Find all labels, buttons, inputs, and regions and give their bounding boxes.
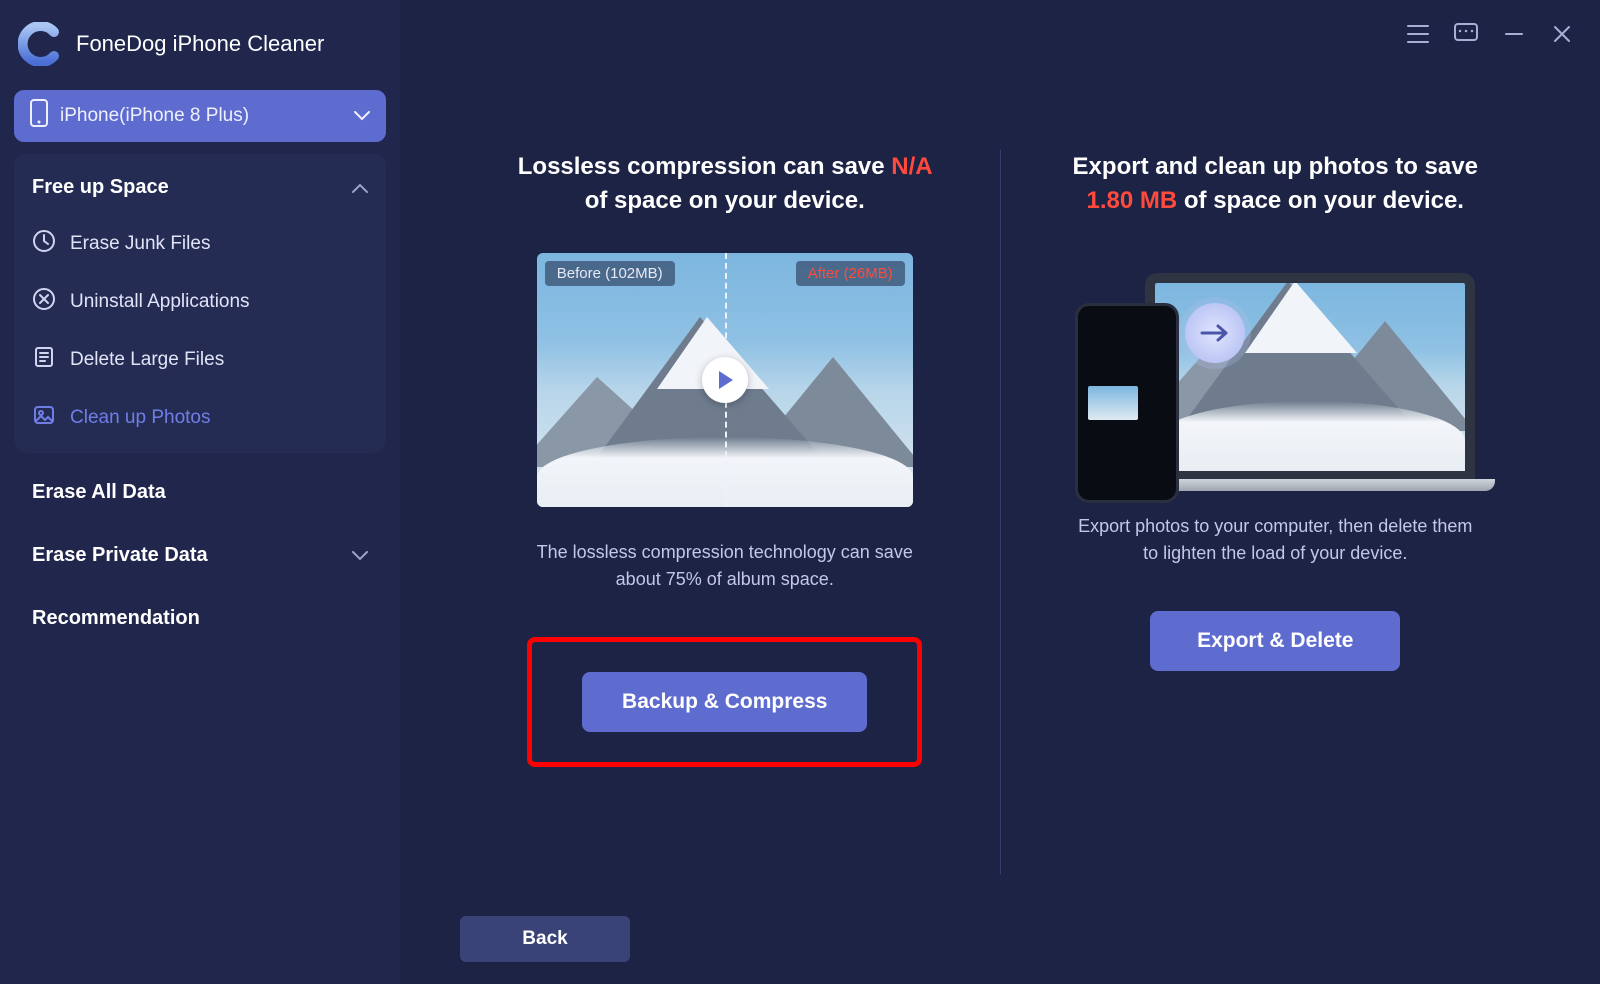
- export-panel: Export and clean up photos to save 1.80 …: [1001, 150, 1551, 874]
- sidebar-item-erase-all[interactable]: Erase All Data: [14, 461, 386, 524]
- file-icon: [32, 345, 56, 375]
- sidebar: FoneDog iPhone Cleaner iPhone(iPhone 8 P…: [0, 0, 400, 984]
- sidebar-item-erase-private[interactable]: Erase Private Data: [14, 524, 386, 587]
- export-title: Export and clean up photos to save 1.80 …: [1065, 150, 1485, 217]
- sidebar-item-uninstall-apps[interactable]: Uninstall Applications: [14, 273, 386, 331]
- app-logo-icon: [18, 22, 62, 66]
- app-title: FoneDog iPhone Cleaner: [76, 31, 324, 57]
- menu-free-up-space: Free up Space Erase Junk Files Uninstall…: [14, 154, 386, 453]
- device-label: iPhone(iPhone 8 Plus): [60, 105, 249, 127]
- phone-icon: [30, 99, 48, 133]
- sidebar-item-label: Uninstall Applications: [70, 291, 250, 313]
- sidebar-item-label: Erase Junk Files: [70, 233, 210, 255]
- sidebar-item-label: Erase All Data: [32, 481, 166, 504]
- sidebar-item-label: Recommendation: [32, 607, 200, 630]
- sidebar-item-label: Clean up Photos: [70, 407, 211, 429]
- export-title-post: of space on your device.: [1177, 187, 1464, 214]
- compress-title-post: of space on your device.: [585, 187, 865, 214]
- export-title-value: 1.80 MB: [1087, 187, 1178, 214]
- laptop-graphic: [1145, 273, 1475, 491]
- compress-title-pre: Lossless compression can save: [518, 153, 892, 180]
- uninstall-icon: [32, 287, 56, 317]
- play-icon[interactable]: [702, 357, 748, 403]
- compress-desc: The lossless compression technology can …: [525, 539, 925, 593]
- backup-compress-button[interactable]: Backup & Compress: [582, 672, 867, 732]
- sidebar-item-label: Delete Large Files: [70, 349, 224, 371]
- compress-title-value: N/A: [891, 153, 931, 180]
- main-content: Lossless compression can save N/A of spa…: [400, 0, 1600, 984]
- photo-icon: [32, 403, 56, 433]
- compress-panel: Lossless compression can save N/A of spa…: [450, 150, 1001, 874]
- phone-graphic: [1075, 303, 1179, 503]
- device-selector[interactable]: iPhone(iPhone 8 Plus): [14, 90, 386, 142]
- export-delete-button[interactable]: Export & Delete: [1150, 611, 1400, 671]
- feedback-icon[interactable]: [1452, 20, 1480, 48]
- content-panels: Lossless compression can save N/A of spa…: [400, 0, 1600, 984]
- back-button[interactable]: Back: [460, 916, 630, 962]
- compress-illustration: Before (102MB) After (26MB): [537, 253, 913, 507]
- free-up-space-heading[interactable]: Free up Space: [14, 160, 386, 215]
- before-tag: Before (102MB): [545, 261, 675, 286]
- compress-title: Lossless compression can save N/A of spa…: [515, 150, 935, 217]
- menu-icon[interactable]: [1404, 20, 1432, 48]
- close-icon[interactable]: [1548, 20, 1576, 48]
- sidebar-item-erase-junk[interactable]: Erase Junk Files: [14, 215, 386, 273]
- sidebar-item-clean-photos[interactable]: Clean up Photos: [14, 389, 386, 447]
- export-illustration: [1075, 253, 1475, 513]
- sidebar-item-label: Erase Private Data: [32, 544, 208, 567]
- free-up-space-label: Free up Space: [32, 176, 169, 199]
- export-title-pre: Export and clean up photos to save: [1073, 153, 1478, 180]
- window-controls: [1404, 20, 1576, 48]
- highlight-annotation: Backup & Compress: [527, 637, 922, 767]
- export-desc: Export photos to your computer, then del…: [1075, 513, 1475, 567]
- chevron-down-icon: [352, 544, 368, 567]
- app-header: FoneDog iPhone Cleaner: [14, 14, 386, 90]
- sidebar-item-delete-large[interactable]: Delete Large Files: [14, 331, 386, 389]
- chevron-up-icon: [352, 176, 368, 199]
- minimize-icon[interactable]: [1500, 20, 1528, 48]
- clock-icon: [32, 229, 56, 259]
- chevron-down-icon: [354, 105, 370, 127]
- sidebar-item-recommendation[interactable]: Recommendation: [14, 587, 386, 650]
- after-tag: After (26MB): [796, 261, 905, 286]
